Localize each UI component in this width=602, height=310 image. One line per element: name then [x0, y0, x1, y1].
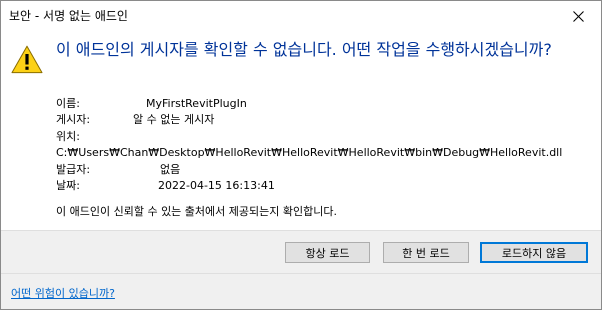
footer: 어떤 위험이 있습니까?: [1, 273, 601, 309]
issuer-label: 발급자:: [56, 162, 91, 176]
publisher-value: 알 수 없는 게시자: [133, 113, 215, 127]
window-title: 보안 - 서명 없는 애드인: [9, 9, 128, 23]
do-not-load-button[interactable]: 로드하지 않음: [480, 242, 588, 263]
date-label: 날짜:: [56, 178, 80, 192]
date-value: 2022-04-15 16:13:41: [158, 178, 275, 192]
risk-info-link[interactable]: 어떤 위험이 있습니까?: [11, 287, 115, 301]
dialog-content: 이 애드인의 게시자를 확인할 수 없습니다. 어떤 작업을 수행하시겠습니까?…: [1, 32, 601, 230]
location-label: 위치:: [56, 129, 80, 143]
button-bar: 항상 로드 한 번 로드 로드하지 않음: [1, 230, 601, 274]
name-label: 이름:: [56, 97, 80, 110]
security-dialog: 보안 - 서명 없는 애드인 이 애드인의 게시자를 확인할 수 없습니다. 어…: [0, 0, 602, 310]
title-bar: 보안 - 서명 없는 애드인: [1, 1, 601, 32]
verify-message: 이 애드인이 신뢰할 수 있는 출처에서 제공되는지 확인합니다.: [56, 205, 337, 218]
close-button[interactable]: [555, 1, 601, 32]
warning-icon: [11, 45, 43, 74]
issuer-value: 없음: [160, 162, 181, 176]
publisher-label: 게시자:: [56, 113, 91, 127]
load-once-button[interactable]: 한 번 로드: [383, 242, 469, 263]
location-value: C:₩Users₩Chan₩Desktop₩HelloRevit₩HelloRe…: [56, 146, 563, 160]
name-value: MyFirstRevitPlugIn: [146, 97, 247, 110]
close-icon: [572, 11, 584, 22]
dialog-heading: 이 애드인의 게시자를 확인할 수 없습니다. 어떤 작업을 수행하시겠습니까?: [56, 40, 552, 59]
always-load-button[interactable]: 항상 로드: [285, 242, 370, 263]
